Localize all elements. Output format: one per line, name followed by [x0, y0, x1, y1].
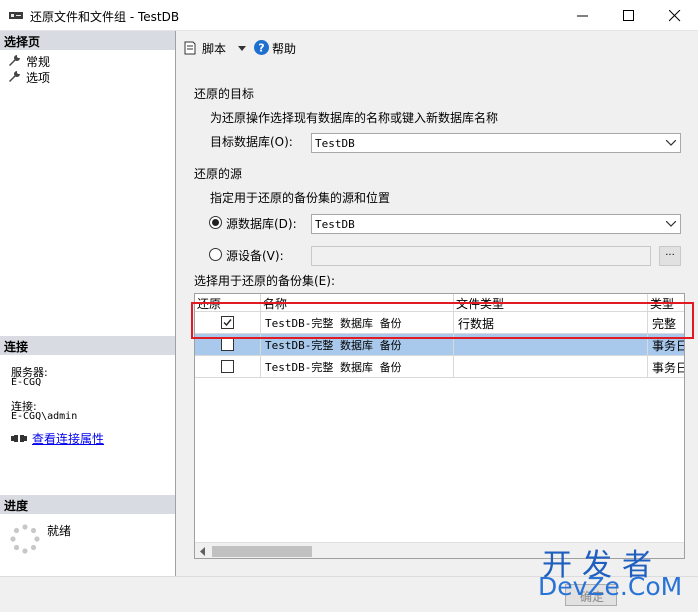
- highlight-box: [191, 302, 694, 339]
- source-db-value: TestDB: [315, 218, 355, 231]
- left-panel: 选择页 常规 选项 连接 服务器: E-CGQ 连接: E-CGQ\admin …: [0, 31, 176, 576]
- name-cell: TestDB-完整 数据库 备份: [261, 356, 454, 377]
- source-db-combo[interactable]: TestDB: [311, 214, 681, 234]
- restore-target-heading: 还原的目标: [194, 87, 255, 101]
- wrench-icon: [9, 55, 20, 66]
- radio-selected-dot: [212, 219, 219, 226]
- connection-value: E-CGQ\admin: [11, 411, 78, 422]
- maximize-icon: [623, 10, 634, 21]
- minimize-button[interactable]: [560, 0, 606, 31]
- server-value: E-CGQ: [11, 377, 42, 388]
- svg-text:?: ?: [258, 42, 264, 55]
- restore-cell: [195, 356, 261, 377]
- window-title: 还原文件和文件组 - TestDB: [30, 10, 180, 24]
- chevron-down-icon: [238, 46, 246, 51]
- scrollbar-thumb[interactable]: [212, 546, 312, 557]
- watermark: 开发者 DevZe.CoM: [528, 540, 693, 610]
- script-icon: [184, 41, 196, 55]
- page-item-label: 选项: [26, 71, 51, 85]
- page-item-label: 常规: [26, 55, 51, 69]
- source-database-radio[interactable]: [209, 216, 222, 229]
- progress-header: 进度: [0, 495, 175, 514]
- source-db-label: 源数据库(D):: [226, 217, 297, 231]
- chevron-down-icon: [666, 221, 676, 227]
- script-label: 脚本: [202, 42, 227, 56]
- target-db-label: 目标数据库(O):: [210, 135, 293, 149]
- connection-header: 连接: [0, 336, 175, 355]
- browse-device-button[interactable]: ...: [659, 246, 681, 266]
- server-icon: [9, 12, 23, 19]
- close-button[interactable]: [652, 0, 698, 31]
- source-device-label: 源设备(V):: [226, 249, 284, 263]
- select-page-header: 选择页: [0, 31, 175, 50]
- help-icon: ?: [254, 40, 269, 55]
- target-db-combo[interactable]: TestDB: [311, 133, 681, 153]
- source-device-radio[interactable]: [209, 248, 222, 261]
- restore-source-heading: 还原的源: [194, 167, 243, 181]
- file-type-cell: [454, 356, 648, 377]
- type-cell: 事务日: [652, 361, 685, 375]
- watermark-line2: DevZe.CoM: [538, 572, 683, 601]
- restore-checkbox[interactable]: [221, 360, 234, 373]
- view-connection-link-label: 查看连接属性: [32, 432, 105, 446]
- chevron-down-icon: [666, 140, 676, 146]
- table-row[interactable]: TestDB-完整 数据库 备份 事务日: [195, 356, 685, 378]
- target-db-value: TestDB: [315, 137, 355, 150]
- maximize-button[interactable]: [606, 0, 652, 31]
- restore-source-instruction: 指定用于还原的备份集的源和位置: [210, 191, 391, 205]
- connection-plug-icon: [11, 435, 27, 442]
- wrench-icon: [9, 71, 20, 82]
- title-bar: 还原文件和文件组 - TestDB: [0, 0, 698, 31]
- restore-target-instruction: 为还原操作选择现有数据库的名称或键入新数据库名称: [210, 111, 499, 125]
- backup-sets-label: 选择用于还原的备份集(E):: [194, 274, 335, 288]
- close-icon: [669, 10, 681, 22]
- help-label: 帮助: [272, 42, 297, 56]
- minimize-icon: [577, 15, 588, 17]
- scroll-left-icon[interactable]: [199, 547, 206, 556]
- source-device-field[interactable]: [311, 246, 651, 266]
- restore-checkbox[interactable]: [221, 338, 234, 351]
- progress-status: 就绪: [47, 524, 72, 538]
- progress-spinner-icon: [10, 524, 40, 554]
